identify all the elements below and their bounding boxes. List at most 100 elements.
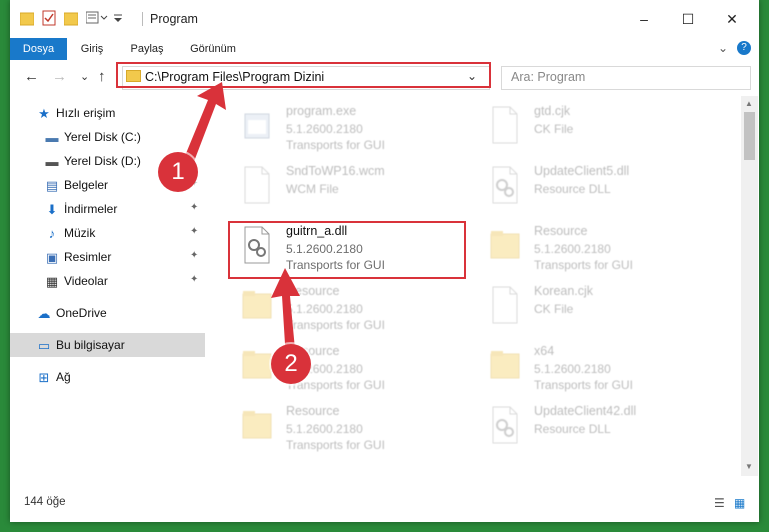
file-item[interactable]: Resource 5.1.2600.2180 Transports for GUI	[240, 280, 480, 336]
scroll-down-icon[interactable]: ▼	[745, 462, 753, 471]
dll-icon	[490, 406, 520, 444]
pin-icon[interactable]: ✦	[190, 202, 198, 213]
tiles-view-icon[interactable]: ▦	[734, 496, 745, 510]
ribbon-collapse-icon[interactable]: ⌄	[718, 41, 728, 55]
drive-icon: ▬	[45, 154, 59, 169]
ribbon-tabs: Dosya Giriş Paylaş Görünüm ⌄ ?	[10, 38, 759, 61]
file-icon	[242, 166, 272, 204]
file-item[interactable]: program.exe 5.1.2600.2180 Transports for G…	[240, 100, 480, 156]
up-button[interactable]: ↑	[98, 68, 106, 85]
file-item[interactable]: Resource 5.1.2600.2180 Transports for GUI	[240, 400, 480, 456]
quick-access-dropdown-icon[interactable]	[112, 10, 124, 28]
tab-view[interactable]: Görünüm	[182, 38, 244, 60]
file-icon	[490, 106, 520, 144]
file-name: UpdateClient42.dll	[534, 404, 637, 418]
pin-icon[interactable]: ✦	[190, 226, 198, 237]
sidebar-item-label: Videolar	[64, 274, 108, 288]
scrollbar-thumb[interactable]	[744, 112, 755, 160]
folder-icon	[242, 346, 272, 384]
cloud-icon: ☁	[37, 306, 51, 321]
file-name: UpdateClient5.dll	[534, 164, 630, 178]
callout-badge-2: 2	[271, 344, 311, 384]
sidebar-item[interactable]: ☁ OneDrive	[10, 301, 205, 325]
file-description: Transports for GUI	[286, 138, 385, 152]
back-button[interactable]: ←	[24, 68, 39, 85]
file-name: Resource	[534, 224, 588, 238]
sidebar-item[interactable]: ♪ Müzik ✦	[10, 221, 205, 245]
file-highlight-box	[228, 221, 466, 279]
sidebar-item-label: Belgeler	[64, 178, 109, 192]
sidebar-item[interactable]: ⊞ Ağ	[10, 365, 205, 389]
file-name: program.exe	[286, 104, 357, 118]
title-bar: Program – ☐ ✕	[10, 0, 759, 38]
properties-icon[interactable]	[42, 10, 56, 28]
file-item[interactable]: Resource 5.1.2600.2180 Transports for GUI	[488, 220, 728, 276]
search-box[interactable]: Ara: Program	[501, 66, 751, 90]
file-name: Resource	[286, 404, 340, 418]
file-name: Korean.cjk	[534, 284, 594, 298]
vertical-scrollbar[interactable]: ▲ ▼	[741, 96, 758, 476]
file-item[interactable]: gtd.cjk CK File	[488, 100, 728, 156]
drive-icon: ▬	[45, 130, 59, 145]
new-folder-icon[interactable]	[63, 10, 79, 28]
pin-icon[interactable]: ✦	[190, 274, 198, 285]
network-icon: ⊞	[38, 370, 50, 385]
search-input[interactable]: Ara: Program	[511, 70, 585, 84]
sidebar-item[interactable]: ▦ Videolar ✦	[10, 269, 205, 293]
folder-icon	[242, 406, 272, 444]
maximize-button[interactable]: ☐	[675, 8, 701, 30]
file-detail: 5.1.2600.2180	[534, 242, 611, 256]
sidebar-item[interactable]: ▬ Yerel Disk (C:)	[10, 125, 205, 149]
callout-badge-1: 1	[158, 152, 198, 192]
file-detail: CK File	[534, 122, 574, 136]
tab-home[interactable]: Giriş	[72, 38, 112, 60]
picture-icon: ▣	[45, 250, 59, 265]
minimize-button[interactable]: –	[631, 8, 657, 30]
sidebar-item-label: Resimler	[64, 250, 112, 264]
file-detail: Resource DLL	[534, 182, 611, 196]
help-icon[interactable]: ?	[737, 41, 751, 55]
forward-button[interactable]: →	[52, 68, 67, 85]
file-detail: 5.1.2600.2180	[286, 302, 363, 316]
dll-icon	[490, 166, 520, 204]
tab-file[interactable]: Dosya	[10, 38, 67, 60]
item-count: 144 öğe	[24, 496, 66, 508]
file-detail: CK File	[534, 302, 574, 316]
window-title: Program	[150, 12, 198, 26]
sidebar-item-label: Ağ	[56, 370, 71, 384]
folder-icon	[490, 226, 520, 264]
file-detail: Resource DLL	[534, 422, 611, 436]
file-description: Transports for GUI	[286, 438, 385, 452]
sidebar-item[interactable]: ▣ Resimler ✦	[10, 245, 205, 269]
exe-icon	[242, 106, 272, 144]
sidebar-item-label: Müzik	[64, 226, 96, 240]
file-item[interactable]: UpdateClient5.dll Resource DLL	[488, 160, 728, 216]
close-button[interactable]: ✕	[719, 8, 745, 30]
recent-locations-button[interactable]: ⌄	[80, 70, 89, 83]
details-view-icon[interactable]: ☰	[714, 496, 725, 510]
file-description: Transports for GUI	[534, 378, 633, 392]
file-list: program.exe 5.1.2600.2180 Transports for G…	[210, 96, 740, 476]
pin-icon[interactable]: ✦	[190, 250, 198, 261]
file-description: Transports for GUI	[286, 318, 385, 332]
file-item[interactable]: UpdateClient42.dll Resource DLL	[488, 400, 728, 456]
file-item[interactable]: Korean.cjk CK File	[488, 280, 728, 336]
sidebar-item[interactable]: ▭ Bu bilgisayar	[10, 333, 205, 357]
tab-share[interactable]: Paylaş	[122, 38, 172, 60]
file-item[interactable]: SndToWP16.wcm WCM File	[240, 160, 480, 216]
file-detail: WCM File	[286, 182, 339, 196]
download-icon: ⬇	[46, 202, 58, 217]
scroll-up-icon[interactable]: ▲	[745, 99, 753, 108]
customize-icon[interactable]	[85, 10, 108, 28]
sidebar-item[interactable]: ★ Hızlı erişim	[10, 101, 205, 125]
address-highlight-box	[116, 62, 491, 88]
file-detail: 5.1.2600.2180	[286, 122, 363, 136]
file-description: Transports for GUI	[534, 258, 633, 272]
music-icon: ♪	[48, 226, 56, 241]
sidebar-item-label: Yerel Disk (C:)	[64, 130, 141, 144]
file-name: x64	[534, 344, 555, 358]
file-item[interactable]: x64 5.1.2600.2180 Transports for GUI	[488, 340, 728, 396]
computer-icon: ▭	[37, 338, 51, 353]
sidebar-item-label: Bu bilgisayar	[56, 338, 125, 352]
sidebar-item[interactable]: ⬇ İndirmeler ✦	[10, 197, 205, 221]
